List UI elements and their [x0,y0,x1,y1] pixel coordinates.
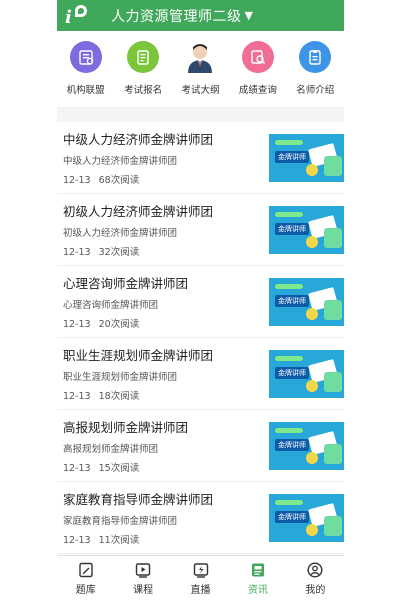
quick-nav: 机构联盟 考试报名 考试大纲 成绩查询 名师介绍 [57,31,344,107]
article-date: 12-13 [63,175,91,186]
article-subtitle: 心理咨询师金牌讲师团 [63,300,159,311]
question-bank-icon [79,562,93,577]
list-item[interactable]: 心理咨询师金牌讲师团 心理咨询师金牌讲师团 12-13 20次阅读 金牌讲师 [57,266,344,338]
article-date: 12-13 [63,535,91,546]
tab-live[interactable]: 直播 [172,556,229,600]
search-doc-icon [241,41,274,73]
tab-label: 课程 [133,584,154,596]
article-thumbnail: 金牌讲师 [269,133,344,182]
article-thumbnail: 金牌讲师 [269,277,344,326]
article-date: 12-13 [63,391,91,402]
article-reads: 20次阅读 [98,319,140,330]
quick-nav-label: 考试报名 [124,85,163,96]
article-reads: 32次阅读 [98,247,140,258]
quick-nav-syllabus[interactable]: 考试大纲 [172,41,228,96]
id-card-icon [299,41,332,73]
tab-label: 我的 [305,584,326,596]
article-title: 职业生涯规划师金牌讲师团 [63,348,214,363]
article-title: 家庭教育指导师金牌讲师团 [63,492,214,507]
article-date: 12-13 [63,463,91,474]
article-subtitle: 高报规划师金牌讲师团 [63,444,159,455]
quick-nav-organization[interactable]: 机构联盟 [58,41,114,96]
article-title: 中级人力经济师金牌讲师团 [63,132,214,147]
clipboard-icon [127,41,160,73]
article-date: 12-13 [63,247,91,258]
article-subtitle: 初级人力经济师金牌讲师团 [63,228,178,239]
quick-nav-label: 机构联盟 [66,85,105,96]
article-subtitle: 家庭教育指导师金牌讲师团 [63,516,178,527]
article-reads: 68次阅读 [98,175,140,186]
video-course-icon [135,562,151,578]
article-reads: 18次阅读 [98,391,140,402]
article-thumbnail: 金牌讲师 [269,493,344,542]
article-thumbnail: 金牌讲师 [269,205,344,254]
bottom-tab-bar: 题库 课程 直播 资讯 我的 [57,555,344,600]
quick-nav-teachers[interactable]: 名师介绍 [287,41,343,96]
app-screen: i 人力资源管理师二级 ▼ 机构联盟 考试报名 考试大纲 成绩查询 名师介绍 中… [57,0,344,600]
article-reads: 15次阅读 [98,463,140,474]
tab-label: 直播 [190,584,211,596]
tab-courses[interactable]: 课程 [114,556,171,600]
tab-news[interactable]: 资讯 [229,556,286,600]
teacher-avatar-icon [184,41,217,73]
article-reads: 11次阅读 [98,535,140,546]
list-item[interactable]: 职业生涯规划师金牌讲师团 职业生涯规划师金牌讲师团 12-13 18次阅读 金牌讲… [57,338,344,410]
list-item[interactable]: 中级人力经济师金牌讲师团 中级人力经济师金牌讲师团 12-13 68次阅读 金牌讲… [57,122,344,194]
article-subtitle: 职业生涯规划师金牌讲师团 [63,372,178,383]
tab-label: 资讯 [247,584,268,596]
chevron-down-icon[interactable]: ▼ [245,9,253,22]
tab-question-bank[interactable]: 题库 [57,556,114,600]
header-bar: i 人力资源管理师二级 ▼ [57,0,344,31]
article-thumbnail: 金牌讲师 [269,421,344,470]
exam-title[interactable]: 人力资源管理师二级 [111,6,242,26]
quick-nav-score-query[interactable]: 成绩查询 [230,41,286,96]
tab-profile[interactable]: 我的 [287,556,344,600]
live-icon [193,562,208,578]
tab-label: 题库 [75,584,96,596]
news-list: 中级人力经济师金牌讲师团 中级人力经济师金牌讲师团 12-13 68次阅读 金牌讲… [57,122,344,554]
organization-icon [69,41,102,73]
article-title: 心理咨询师金牌讲师团 [63,276,189,291]
quick-nav-label: 名师介绍 [296,85,335,96]
article-thumbnail: 金牌讲师 [269,349,344,398]
article-title: 初级人力经济师金牌讲师团 [63,204,214,219]
quick-nav-label: 成绩查询 [238,85,277,96]
section-divider [57,107,344,122]
quick-nav-label: 考试大纲 [181,85,220,96]
brand-logo-icon: i [65,4,91,28]
article-subtitle: 中级人力经济师金牌讲师团 [63,156,178,167]
news-icon [251,563,264,576]
list-item[interactable]: 高报规划师金牌讲师团 高报规划师金牌讲师团 12-13 15次阅读 金牌讲师 [57,410,344,482]
quick-nav-registration[interactable]: 考试报名 [115,41,171,96]
list-item[interactable]: 家庭教育指导师金牌讲师团 家庭教育指导师金牌讲师团 12-13 11次阅读 金牌讲… [57,482,344,554]
profile-icon [307,561,323,578]
article-title: 高报规划师金牌讲师团 [63,420,189,435]
list-item[interactable]: 初级人力经济师金牌讲师团 初级人力经济师金牌讲师团 12-13 32次阅读 金牌讲… [57,194,344,266]
article-date: 12-13 [63,319,91,330]
